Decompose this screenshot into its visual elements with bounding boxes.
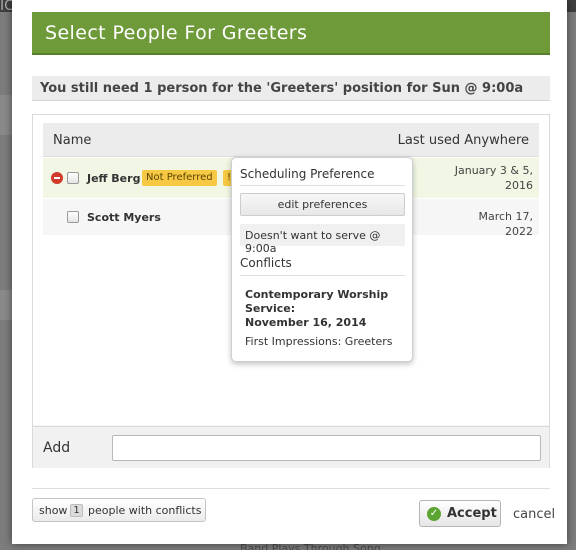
remove-icon[interactable] <box>51 172 63 184</box>
show-conflicts-button[interactable]: show 1 people with conflicts <box>32 498 206 522</box>
modal-title: Select People For Greeters <box>45 22 308 44</box>
column-name-header[interactable]: Name <box>53 133 91 148</box>
add-label: Add <box>43 440 71 456</box>
conflicts-count-badge: 1 <box>70 504 83 517</box>
footer-divider <box>32 488 550 489</box>
popover-divider <box>240 275 405 276</box>
person-name: Jeff Berg <box>87 172 141 185</box>
person-name: Scott Myers <box>87 211 161 224</box>
accept-button[interactable]: ✓ Accept <box>419 500 501 527</box>
edit-preferences-button[interactable]: edit preferences <box>240 193 405 216</box>
table-header: Name Last used Anywhere <box>43 123 539 157</box>
scheduling-preference-heading: Scheduling Preference <box>240 167 375 181</box>
add-person-bar: Add <box>33 426 549 468</box>
preference-reason: Doesn't want to serve @ 9:00a <box>240 224 405 255</box>
last-used-date: March 17, 2022 <box>478 210 533 238</box>
conflict-event-date: November 16, 2014 <box>245 316 367 329</box>
select-person-checkbox[interactable] <box>67 211 79 223</box>
conflict-position: First Impressions: Greeters <box>245 335 393 348</box>
column-last-used-header[interactable]: Last used Anywhere <box>398 133 529 148</box>
select-person-checkbox[interactable] <box>67 172 79 184</box>
conflicts-heading: Conflicts <box>240 256 292 270</box>
accept-label: Accept <box>447 506 497 521</box>
show-conflicts-prefix: show <box>39 504 68 517</box>
scheduling-preference-popover: Scheduling Preference edit preferences D… <box>231 157 413 362</box>
conflict-event: Contemporary Worship Service: November 1… <box>245 288 395 330</box>
needed-notice-text: You still need 1 person for the 'Greeter… <box>40 81 524 96</box>
last-used-date: January 3 & 5, 2016 <box>454 164 533 192</box>
not-preferred-badge[interactable]: Not Preferred <box>142 170 217 186</box>
needed-notice: You still need 1 person for the 'Greeter… <box>32 76 550 101</box>
show-conflicts-suffix: people with conflicts <box>88 504 202 517</box>
modal-header: Select People For Greeters <box>32 12 550 55</box>
checkmark-icon: ✓ <box>427 507 441 521</box>
conflict-event-title: Contemporary Worship Service: <box>245 288 389 315</box>
cancel-link[interactable]: cancel <box>513 507 555 522</box>
add-person-input[interactable] <box>112 435 541 461</box>
popover-divider <box>240 185 405 186</box>
